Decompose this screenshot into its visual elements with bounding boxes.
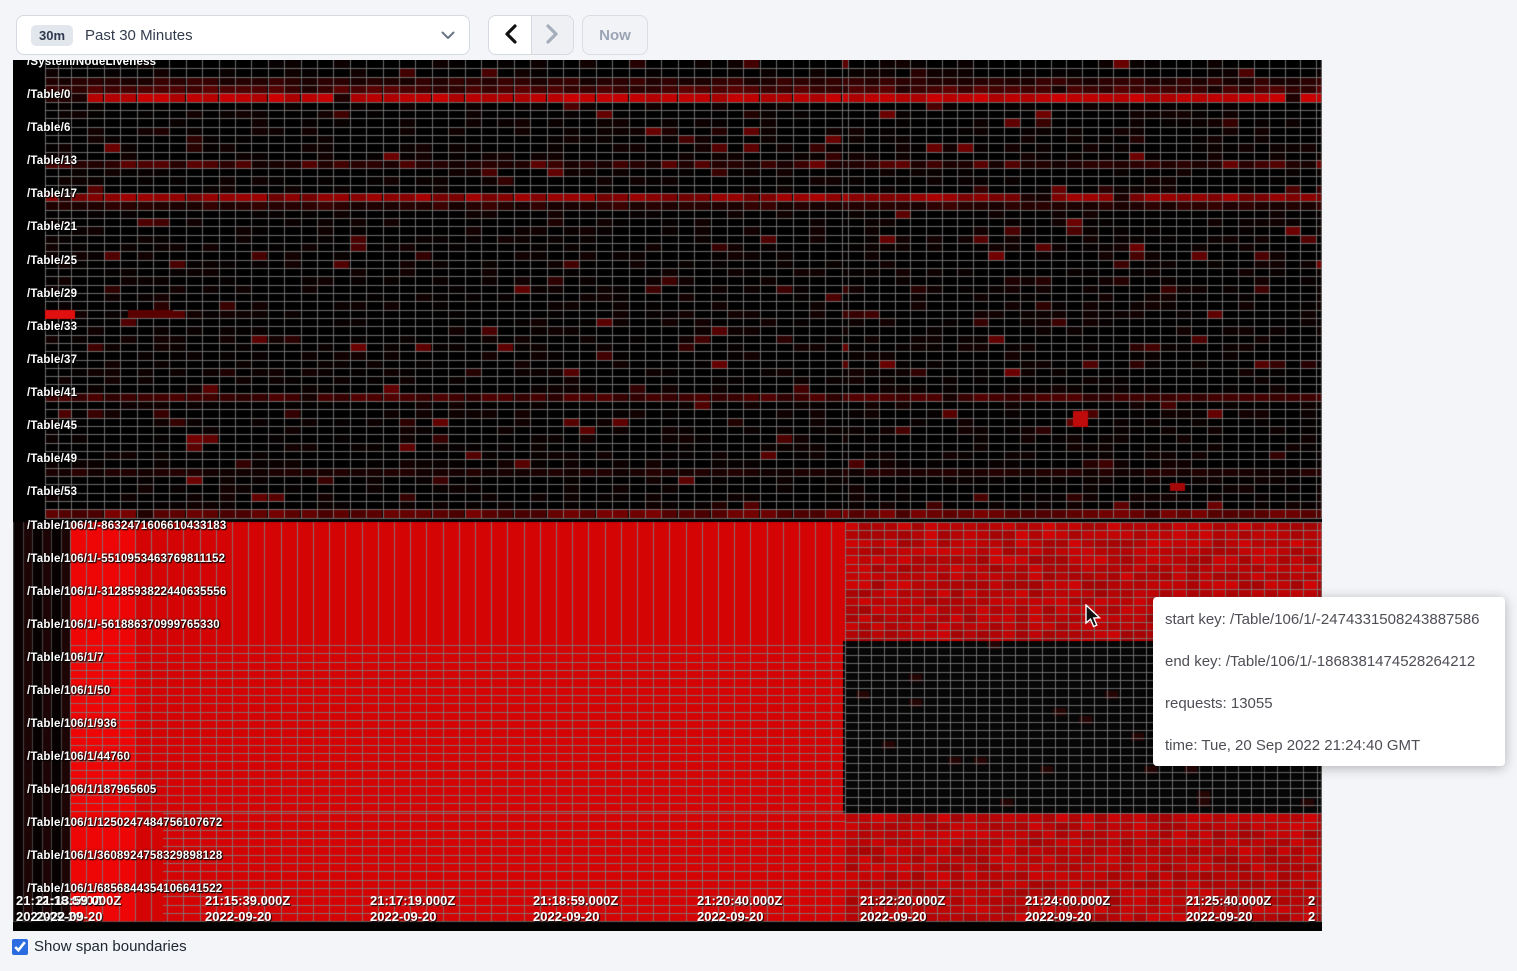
chevron-right-icon bbox=[546, 24, 559, 47]
chevron-left-icon bbox=[504, 24, 517, 47]
x-axis-label: 21:12:18.000Z2022-09-20 bbox=[16, 893, 101, 925]
row-label: /Table/25 bbox=[27, 255, 77, 267]
row-label: /Table/17 bbox=[27, 188, 77, 200]
key-visualizer: /System/NodeLiveness/Table/0/Table/6/Tab… bbox=[0, 0, 1517, 971]
time-nav-group bbox=[488, 15, 574, 55]
x-axis-label: 21:15:39.000Z2022-09-20 bbox=[205, 893, 290, 925]
row-label: /Table/41 bbox=[27, 387, 77, 399]
key-visualizer-heatmap[interactable] bbox=[13, 60, 1322, 931]
now-button[interactable]: Now bbox=[582, 15, 648, 55]
row-label: /Table/45 bbox=[27, 420, 77, 432]
row-label: /Table/106/1/936 bbox=[27, 718, 117, 730]
heatmap-labels-layer: /System/NodeLiveness/Table/0/Table/6/Tab… bbox=[13, 60, 1322, 931]
x-axis-label: 21:20:40.000Z2022-09-20 bbox=[697, 893, 782, 925]
x-axis-label: 21:13:59.000Z2022-09-20 bbox=[36, 893, 121, 925]
x-axis-label: 21:18:59.000Z2022-09-20 bbox=[533, 893, 618, 925]
row-label: /Table/106/1/3608924758329898128 bbox=[27, 850, 222, 862]
row-label: /Table/29 bbox=[27, 288, 77, 300]
row-label: /Table/21 bbox=[27, 221, 77, 233]
tooltip-end-key: end key: /Table/106/1/-18683814745282642… bbox=[1165, 653, 1493, 670]
row-label: /Table/106/1/-3128593822440635556 bbox=[27, 586, 227, 598]
mouse-cursor-icon bbox=[1083, 604, 1105, 635]
next-time-button[interactable] bbox=[531, 16, 573, 54]
row-label: /Table/13 bbox=[27, 155, 77, 167]
row-label: /Table/106/1/50 bbox=[27, 685, 110, 697]
row-label: /Table/106/1/-8632471606610433183 bbox=[27, 520, 227, 532]
x-axis-label: 21:25:40.000Z2022-09-20 bbox=[1186, 893, 1271, 925]
row-label: /Table/33 bbox=[27, 321, 77, 333]
row-label: /Table/106/1/44760 bbox=[27, 751, 130, 763]
prev-time-button[interactable] bbox=[489, 16, 531, 54]
x-axis-label: 21:22:20.000Z2022-09-20 bbox=[860, 893, 945, 925]
row-label: /Table/106/1/-5510953463769811152 bbox=[27, 553, 225, 565]
row-label: /Table/0 bbox=[27, 89, 71, 101]
x-axis-label: 21:24:00.000Z2022-09-20 bbox=[1025, 893, 1110, 925]
tooltip-requests: requests: 13055 bbox=[1165, 695, 1493, 712]
tooltip-start-key: start key: /Table/106/1/-247433150824388… bbox=[1165, 611, 1493, 628]
time-range-dropdown[interactable]: 30m Past 30 Minutes bbox=[16, 15, 470, 55]
toolbar: 30m Past 30 Minutes Now bbox=[0, 0, 1517, 60]
show-span-boundaries-checkbox[interactable] bbox=[12, 939, 28, 955]
time-range-label: Past 30 Minutes bbox=[85, 27, 193, 44]
row-label: /Table/106/1/7 bbox=[27, 652, 104, 664]
chevron-down-icon bbox=[441, 31, 455, 40]
tooltip-time: time: Tue, 20 Sep 2022 21:24:40 GMT bbox=[1165, 737, 1493, 754]
row-label: /Table/53 bbox=[27, 486, 77, 498]
row-label: /Table/106/1/-561886370999765330 bbox=[27, 619, 220, 631]
row-label: /Table/106/1/187965605 bbox=[27, 784, 157, 796]
row-label: /Table/49 bbox=[27, 453, 77, 465]
row-label: /Table/6 bbox=[27, 122, 71, 134]
row-label: /Table/37 bbox=[27, 354, 77, 366]
x-axis-label: 22 bbox=[1308, 893, 1315, 925]
footer: Show span boundaries bbox=[12, 938, 187, 955]
show-span-boundaries-label: Show span boundaries bbox=[34, 938, 187, 955]
heatmap-tooltip: start key: /Table/106/1/-247433150824388… bbox=[1153, 597, 1505, 766]
row-label: /System/NodeLiveness bbox=[27, 60, 156, 68]
x-axis-label: 21:17:19.000Z2022-09-20 bbox=[370, 893, 455, 925]
time-range-badge: 30m bbox=[31, 25, 73, 46]
row-label: /Table/106/1/6856844354106641522 bbox=[27, 883, 222, 895]
row-label: /Table/106/1/1250247484756107672 bbox=[27, 817, 222, 829]
